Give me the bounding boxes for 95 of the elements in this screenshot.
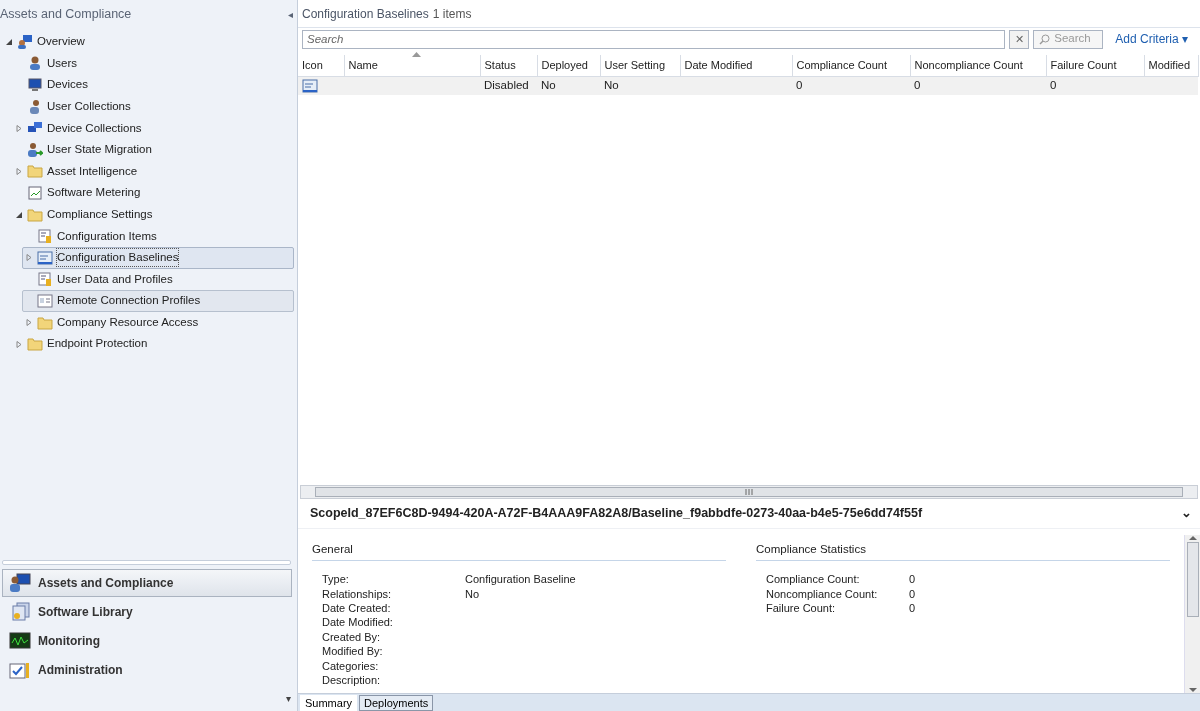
field-label: Date Modified:: [322, 615, 394, 629]
tree-item[interactable]: Endpoint Protection: [12, 333, 294, 355]
field-label: Noncompliance Count:: [766, 586, 879, 601]
tree-item[interactable]: Remote Connection Profiles: [22, 290, 294, 312]
tab[interactable]: Summary: [300, 695, 358, 711]
column-header[interactable]: Noncompliance Count: [910, 55, 1046, 76]
computer-icon: [27, 77, 43, 93]
user-icon: [27, 55, 43, 72]
field-value: 0: [909, 586, 916, 601]
workspace-button[interactable]: Administration: [2, 656, 292, 684]
add-criteria-link[interactable]: Add Criteria ▾: [1107, 30, 1196, 48]
horizontal-scrollbar[interactable]: [300, 485, 1198, 499]
software-library-icon: [9, 602, 31, 622]
table-cell: No: [541, 79, 556, 92]
field-label: Description:: [322, 673, 382, 687]
column-header[interactable]: Deployed: [537, 55, 600, 76]
table-cell: 0: [1050, 79, 1057, 92]
vertical-scrollbar[interactable]: [1184, 535, 1200, 693]
folder-icon: [27, 206, 43, 223]
field-value: Configuration Baseline: [465, 572, 576, 586]
settings-document-icon: [37, 271, 53, 288]
details-heading: ScopeId_87EF6C8D-9494-420A-A72F-B4AAA9FA82A8/Baseline_f9abbdfe-0273-40aa-b4e5-75e6dd74f55f: [310, 505, 923, 523]
expand-arrow-icon[interactable]: [24, 254, 32, 262]
field-label: Failure Count:: [766, 601, 837, 615]
expand-arrow-icon[interactable]: [14, 124, 22, 132]
collapse-button[interactable]: ◂: [288, 6, 293, 22]
field-value: 0: [909, 572, 916, 586]
field-label: Date Created:: [322, 601, 392, 615]
workspace-button[interactable]: Software Library: [2, 598, 292, 626]
search-icon: [1039, 33, 1051, 45]
field-label: Relationships:: [322, 586, 393, 601]
tree-item[interactable]: User Data and Profiles: [22, 268, 294, 291]
tree-item[interactable]: Overview: [2, 31, 294, 53]
checklist-icon: [9, 660, 31, 680]
column-header[interactable]: User Setting: [600, 55, 680, 76]
tree-item[interactable]: User Collections: [12, 95, 294, 118]
list-title: Configuration Baselines: [302, 5, 429, 23]
table-cell: Disabled: [484, 79, 529, 92]
pane-title: Assets and Compliance: [0, 5, 132, 23]
user-migration-icon: [27, 141, 43, 158]
computer-group-icon: [17, 33, 33, 50]
workspace-button[interactable]: Assets and Compliance: [2, 569, 292, 597]
tab[interactable]: Deployments: [359, 695, 434, 711]
column-header[interactable]: Modified: [1144, 55, 1198, 76]
column-header[interactable]: Icon: [298, 55, 344, 76]
tree-item[interactable]: Devices: [12, 74, 294, 96]
column-header[interactable]: Failure Count: [1046, 55, 1144, 76]
expand-arrow-icon[interactable]: [14, 167, 22, 175]
field-label: Categories:: [322, 658, 380, 672]
tree-item[interactable]: Device Collections: [12, 117, 294, 139]
folder-icon: [37, 314, 53, 331]
expand-button[interactable]: ⌄: [1181, 504, 1192, 523]
baseline-icon: [37, 249, 53, 266]
monitor-chart-icon: [9, 631, 31, 651]
tree-item[interactable]: Compliance Settings: [12, 203, 294, 226]
table-cell: 0: [796, 79, 803, 92]
tree-item[interactable]: User State Migration: [12, 138, 294, 161]
expand-arrow-icon[interactable]: [14, 340, 22, 348]
field-label: Modified By:: [322, 644, 384, 658]
tree-item[interactable]: Users: [12, 52, 294, 75]
field-value: No: [465, 586, 480, 601]
clear-button[interactable]: ✕: [1009, 29, 1030, 49]
meter-icon: [27, 184, 43, 201]
more-button[interactable]: ▾: [286, 690, 291, 706]
section-title: Compliance Statistics: [756, 541, 1170, 562]
folder-icon: [27, 336, 43, 353]
search-field[interactable]: Search: [302, 29, 1006, 49]
field-label: Compliance Count:: [766, 572, 861, 586]
tree-item[interactable]: Company Resource Access: [22, 311, 294, 334]
table-cell: 0: [914, 79, 921, 92]
field-label: Type:: [322, 572, 350, 586]
field-label: Created By:: [322, 629, 382, 644]
expand-arrow-icon[interactable]: [24, 319, 32, 326]
table-cell: No: [604, 79, 619, 92]
column-header[interactable]: Date Modified: [680, 55, 792, 76]
tree-item[interactable]: Configuration Items: [22, 225, 294, 247]
connection-profile-icon: [37, 292, 53, 309]
tree-item[interactable]: Asset Intelligence: [12, 160, 294, 183]
settings-document-icon: [37, 228, 53, 245]
collapse-arrow-icon[interactable]: [14, 211, 22, 219]
item-count: 1 items: [432, 5, 472, 23]
folder-icon: [27, 163, 43, 180]
tree-item[interactable]: Configuration Baselines: [22, 246, 294, 269]
sort-arrow-icon: [412, 52, 421, 58]
column-header[interactable]: Status: [480, 55, 537, 76]
splitter[interactable]: [2, 560, 291, 565]
collapse-arrow-icon[interactable]: [4, 38, 12, 46]
grip-icon: [745, 489, 753, 495]
computer-user-icon: [9, 573, 31, 593]
workspace-button[interactable]: Monitoring: [2, 627, 292, 655]
column-header[interactable]: Name: [344, 55, 480, 76]
field-value: 0: [909, 601, 916, 615]
section-title: General: [312, 541, 726, 562]
column-header[interactable]: Compliance Count: [792, 55, 910, 76]
tree-item[interactable]: Software Metering: [12, 182, 294, 204]
